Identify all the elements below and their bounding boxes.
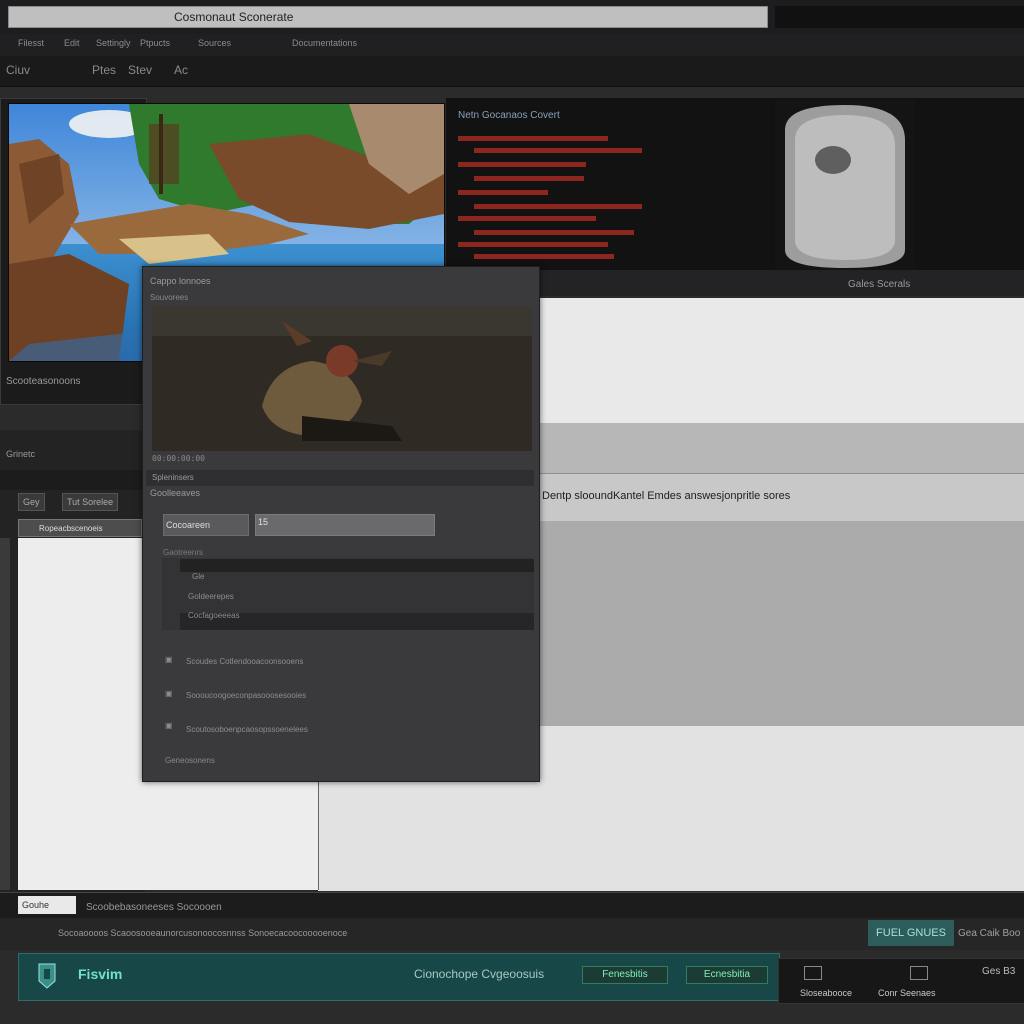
toolbar-button-pages[interactable]: Ptes: [92, 63, 116, 77]
log-line: [458, 216, 596, 221]
display-icon[interactable]: [910, 966, 928, 980]
tray-label: Conr Seenaes: [878, 988, 936, 998]
dialog-title: Cappo lonnoes: [150, 276, 211, 286]
log-line: [458, 242, 608, 247]
list-label: Gaotreenrs: [163, 548, 204, 557]
entry-icon: ▣: [165, 721, 173, 730]
log-line: [474, 176, 584, 181]
entry-label[interactable]: Scoudes Cotlendooacoonsooens: [186, 657, 303, 666]
right-content-area: [538, 298, 1024, 423]
entry-label[interactable]: Soooucoogoeconpasooosesooies: [186, 691, 306, 700]
vertical-scrollbar[interactable]: [0, 538, 10, 890]
secondary-status-text: Socoaoooos Scaoosooeaunorcusonoocosnnss …: [58, 928, 348, 938]
path-field[interactable]: Ropeacbscenoeis: [18, 519, 142, 537]
video-preview[interactable]: [152, 306, 532, 451]
tray-label: Sloseabooce: [800, 988, 853, 998]
menu-file[interactable]: Filesst: [18, 38, 44, 48]
list-item[interactable]: [180, 559, 534, 572]
left-tabs: Gey Tut Sorelee: [18, 493, 143, 511]
log-line: [474, 204, 642, 209]
taskbar-chip[interactable]: Fenesbitis: [582, 966, 668, 984]
logo-shape: [38, 963, 56, 989]
toolbar-button-view[interactable]: Ciuv: [6, 63, 30, 77]
app-logo-icon[interactable]: [38, 961, 56, 989]
log-line: [458, 162, 586, 167]
video-timecode: 00:00:00:00: [152, 454, 205, 463]
taskbar-center-text: Cionochope Cvgeoosuis: [414, 967, 545, 981]
log-line: [474, 148, 642, 153]
list-item-label: Gle: [192, 572, 205, 581]
taskbar-brand: Fisvim: [78, 966, 123, 982]
dialog-subtitle: Souvorees: [150, 293, 189, 302]
left-lower-title: Grinetc: [6, 449, 36, 459]
toolbar-button-step[interactable]: Stev: [128, 63, 152, 77]
toolbar-button-ac[interactable]: Ac: [174, 63, 188, 77]
right-gray-band: [538, 423, 1024, 473]
entry-label[interactable]: Scoutosoboenpcaosopssoenelees: [186, 725, 308, 734]
status-tab[interactable]: Gouhe: [18, 896, 76, 914]
menu-edit[interactable]: Edit: [64, 38, 80, 48]
menu-products[interactable]: Ptpucts: [140, 38, 170, 48]
status-right-text: Gea Caik Boo: [958, 928, 1021, 939]
menu-sources[interactable]: Sources: [198, 38, 231, 48]
log-line: [474, 254, 614, 259]
log-caption: Gales Scerals: [848, 279, 911, 290]
log-line: [474, 230, 634, 235]
list-item-label: Cocfagoeeeas: [188, 611, 240, 620]
right-info-text: Dentp slooundKantel Emdes answesjonpritl…: [542, 490, 791, 502]
log-line: [458, 136, 608, 141]
dialog-row-label: Goolleeaves: [150, 488, 201, 498]
value-input-text: 15: [258, 517, 269, 527]
menu-bar: Filesst Edit Settingly Ptpucts Sources D…: [0, 34, 1024, 57]
status-text: Scoobebasoneeses Socoooen: [86, 902, 222, 913]
video-frame: [152, 306, 532, 451]
status-badge[interactable]: FUEL GNUES: [868, 920, 954, 946]
menu-settings[interactable]: Settingly: [96, 38, 131, 48]
thumbnail-illustration: [775, 100, 915, 270]
tab-gey[interactable]: Gey: [18, 493, 45, 511]
viewer-status: Scooteasonoons: [6, 376, 81, 387]
tab-sorelee[interactable]: Tut Sorelee: [62, 493, 119, 511]
menu-documentation[interactable]: Documentations: [292, 38, 357, 48]
tray-right-text: Ges B3: [982, 966, 1016, 977]
title-bar-right: [775, 6, 1024, 28]
field-label: Cocoareen: [163, 514, 249, 536]
dialog-footer: Geneosonens: [165, 756, 215, 765]
left-lower-subbar: [0, 470, 145, 490]
entry-icon: ▣: [165, 655, 173, 664]
window-title-field: Cosmonaut Sconerate: [8, 6, 768, 28]
entry-icon: ▣: [165, 689, 173, 698]
right-gray-area: [538, 521, 1024, 726]
log-heading: Netn Gocanaos Covert: [458, 110, 560, 121]
dialog-section-bar: [146, 470, 534, 486]
toolbar: Ciuv Ptes Stev Ac: [0, 56, 1024, 87]
log-line: [458, 190, 548, 195]
dialog-section-title: Spleninsers: [152, 473, 194, 482]
title-bar: Cosmonaut Sconerate: [0, 0, 1024, 35]
taskbar-chip[interactable]: Ecnesbitia: [686, 966, 768, 984]
thumbnail-image[interactable]: [775, 100, 915, 270]
value-input[interactable]: [255, 514, 435, 536]
list-item-label: Goldeerepes: [188, 592, 234, 601]
window-title: Cosmonaut Sconerate: [174, 10, 294, 24]
monitor-icon[interactable]: [804, 966, 822, 980]
